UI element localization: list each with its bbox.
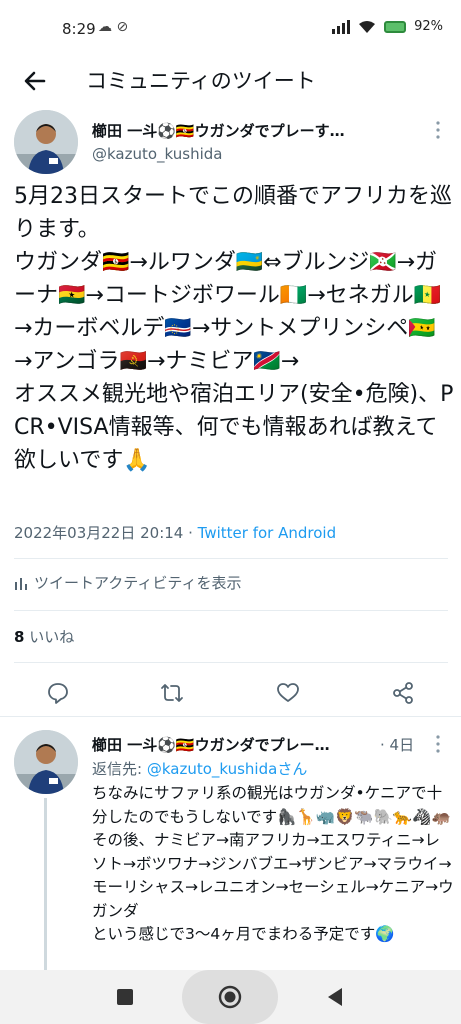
signal-icon	[332, 19, 351, 34]
avatar-image	[14, 110, 78, 174]
system-nav-bar	[0, 970, 461, 1024]
meta-separator: ·	[183, 524, 198, 542]
app-header: コミュニティのツイート	[0, 60, 461, 110]
reply-tweet[interactable]: 櫛田 一斗⚽🇺🇬ウガンダでプレー… · 4日 返信先: @kazuto_kush…	[0, 718, 461, 988]
reply-timestamp: · 4日	[380, 736, 415, 754]
status-notification-icons: ☁ ⊘	[98, 19, 129, 35]
reply-prefix: 返信先:	[92, 760, 147, 778]
more-options-icon[interactable]	[432, 120, 444, 140]
status-right-group: 92%	[332, 19, 443, 34]
replying-to: 返信先: @kazuto_kushidaさん	[92, 758, 307, 779]
tweet-source-link[interactable]: Twitter for Android	[198, 524, 336, 542]
back-arrow-icon[interactable]	[20, 66, 50, 96]
divider	[14, 662, 448, 663]
status-bar: 8:29 ☁ ⊘ 92%	[0, 0, 461, 60]
wifi-icon	[359, 20, 376, 33]
more-options-icon[interactable]	[432, 734, 444, 754]
divider	[0, 716, 461, 717]
reply-text: ちなみにサファリ系の観光はウガンダ•ケニアで十分したのでもうしないです🦍🦒🦏🦁🐃…	[92, 784, 454, 943]
share-icon[interactable]	[391, 681, 415, 705]
back-triangle-icon[interactable]	[322, 984, 348, 1010]
reply-mention-link[interactable]: @kazuto_kushidaさん	[147, 760, 308, 778]
battery-percent: 92%	[414, 19, 443, 34]
tweet-timestamp: 2022年03月22日 20:14	[14, 524, 184, 542]
avatar-image	[14, 730, 78, 794]
status-time: 8:29	[62, 20, 96, 38]
thread-line	[44, 798, 47, 988]
retweet-icon[interactable]	[160, 681, 184, 705]
recents-square-icon[interactable]	[112, 984, 138, 1010]
home-circle-icon[interactable]	[217, 984, 243, 1010]
like-heart-icon[interactable]	[276, 681, 300, 705]
author-handle[interactable]: @kazuto_kushida	[92, 145, 223, 163]
activity-label: ツイートアクティビティを表示	[34, 574, 242, 592]
divider	[14, 610, 448, 611]
bar-chart-icon	[15, 577, 27, 590]
divider	[14, 558, 448, 559]
tweet-activity-link[interactable]: ツイートアクティビティを表示	[14, 572, 241, 593]
author-name[interactable]: 櫛田 一斗⚽🇺🇬ウガンダでプレー…	[92, 734, 377, 755]
reply-icon[interactable]	[46, 681, 70, 705]
tweet-text: 5月23日スタートでこの順番でアフリカを巡ります。 ウガンダ🇺🇬→ルワンダ🇷🇼⇔…	[14, 184, 454, 473]
like-label: いいね	[29, 628, 75, 646]
likes-count-link[interactable]: 8 いいね	[14, 626, 74, 647]
like-count: 8	[14, 628, 25, 646]
avatar[interactable]	[14, 730, 78, 794]
avatar[interactable]	[14, 110, 78, 174]
battery-icon	[384, 20, 407, 33]
page-title: コミュニティのツイート	[86, 69, 316, 93]
author-name[interactable]: 櫛田 一斗⚽🇺🇬ウガンダでプレーす…	[92, 120, 392, 141]
tweet-meta: 2022年03月22日 20:14 · Twitter for Android	[14, 522, 336, 543]
